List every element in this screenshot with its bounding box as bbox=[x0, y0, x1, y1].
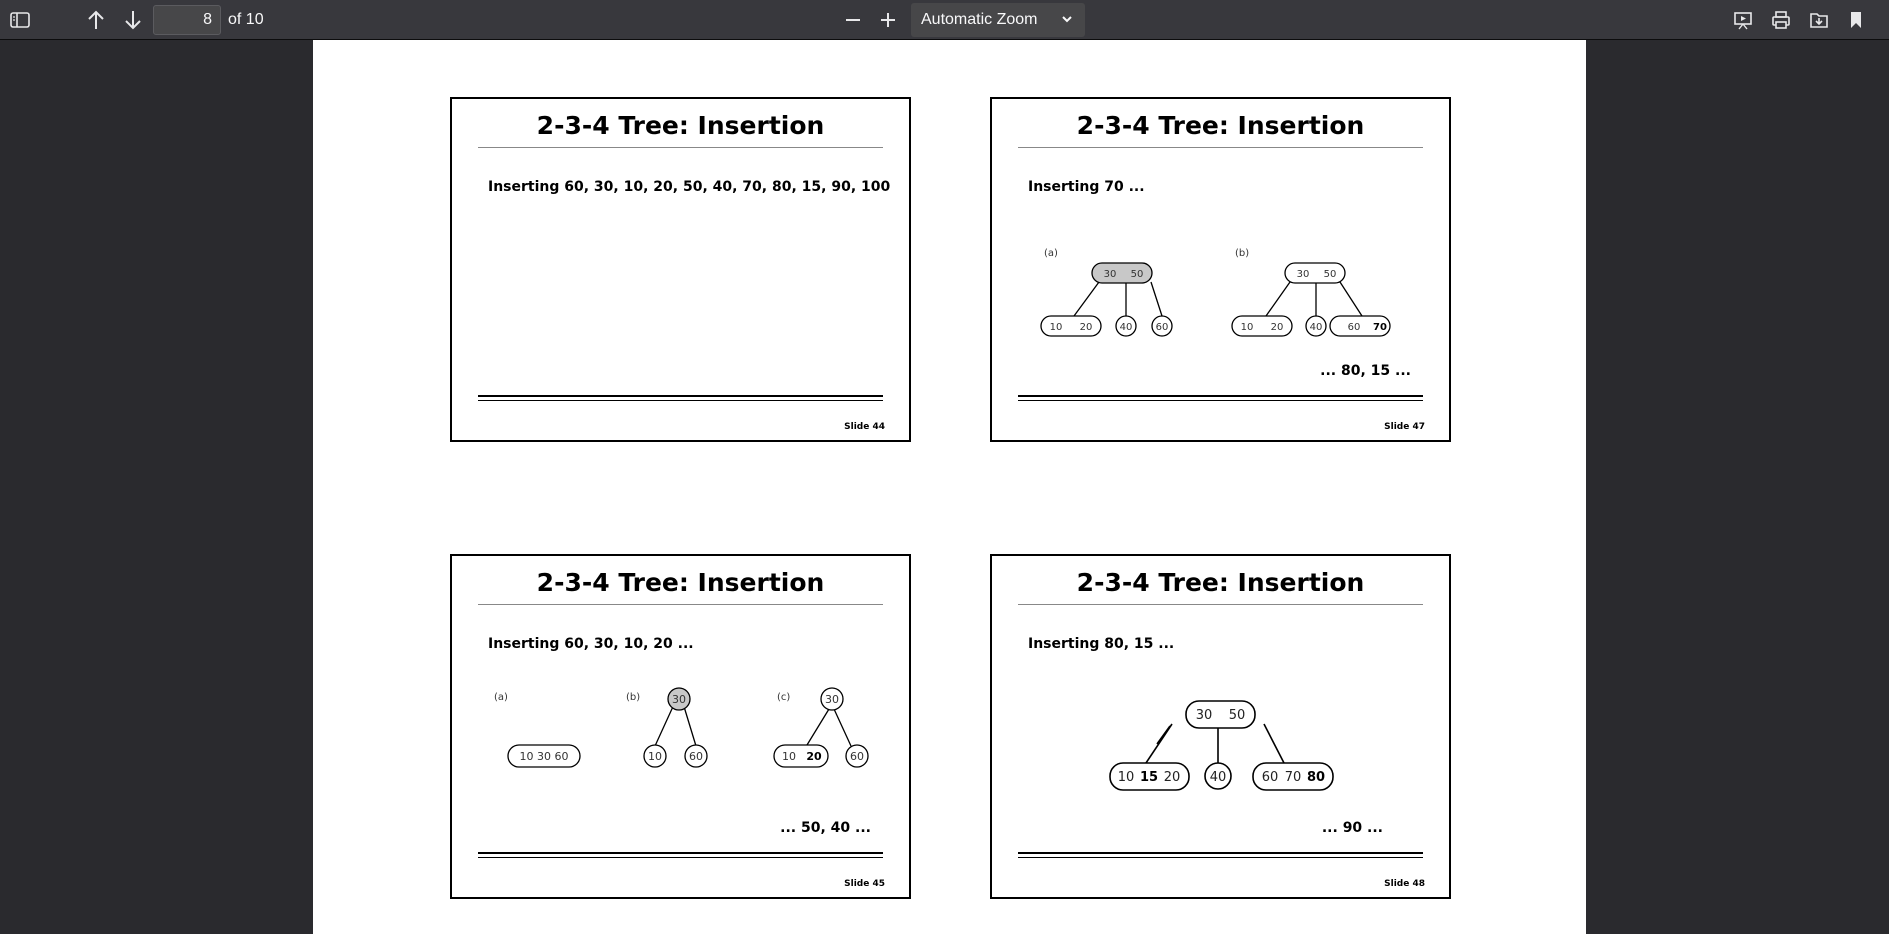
slide-number: Slide 44 bbox=[844, 422, 885, 432]
page-count-label: of 10 bbox=[228, 11, 264, 28]
node-key-new: 15 bbox=[1140, 770, 1158, 785]
zoom-value: Automatic Zoom bbox=[921, 11, 1038, 28]
node-key: 30 bbox=[1297, 269, 1310, 280]
continuation-text: ... 50, 40 ... bbox=[780, 820, 871, 836]
diagram-label-a: (a) bbox=[1044, 248, 1058, 259]
node-key: 20 bbox=[1080, 322, 1093, 333]
node-key: 40 bbox=[1120, 322, 1133, 333]
node-key: 10 bbox=[782, 750, 796, 763]
slide-48: 2-3-4 Tree: Insertion Inserting 80, 15 .… bbox=[990, 554, 1451, 899]
slide-45: 2-3-4 Tree: Insertion Inserting 60, 30, … bbox=[450, 554, 911, 899]
node-keys: 10 30 60 bbox=[520, 750, 569, 763]
arrow-down-icon[interactable] bbox=[117, 4, 149, 36]
node-key: 10 bbox=[1118, 770, 1135, 785]
slide-number: Slide 47 bbox=[1384, 422, 1425, 432]
footer-divider bbox=[1018, 395, 1423, 401]
title-divider bbox=[478, 147, 883, 148]
node-key-new: 80 bbox=[1307, 770, 1325, 785]
slide-number: Slide 48 bbox=[1384, 879, 1425, 889]
page-number-input[interactable]: 8 bbox=[153, 5, 221, 35]
zoom-select[interactable]: Automatic Zoom bbox=[911, 3, 1085, 37]
minus-icon[interactable] bbox=[837, 4, 869, 36]
slide-number: Slide 45 bbox=[844, 879, 885, 889]
node-key: 60 bbox=[850, 750, 864, 763]
footer-divider bbox=[478, 395, 883, 401]
slide-subtitle: Inserting 60, 30, 10, 20, 50, 40, 70, 80… bbox=[488, 179, 891, 195]
continuation-text: ... 80, 15 ... bbox=[1320, 363, 1411, 379]
continuation-text: ... 90 ... bbox=[1321, 820, 1383, 836]
slide-44: 2-3-4 Tree: Insertion Inserting 60, 30, … bbox=[450, 97, 911, 442]
node-key: 60 bbox=[1156, 322, 1169, 333]
document-viewer[interactable]: 2-3-4 Tree: Insertion Inserting 60, 30, … bbox=[0, 40, 1889, 934]
node-key: 30 bbox=[825, 693, 839, 706]
footer-divider bbox=[478, 852, 883, 858]
node-key: 10 bbox=[648, 750, 662, 763]
slide-47: 2-3-4 Tree: Insertion Inserting 70 ... (… bbox=[990, 97, 1451, 442]
footer-divider bbox=[1018, 852, 1423, 858]
tree-diagram: (a) 10 30 60 (b) 30 10 60 (c) 30 10 20 6… bbox=[494, 687, 869, 768]
node-key: 60 bbox=[1262, 770, 1279, 785]
node-key: 50 bbox=[1324, 269, 1337, 280]
node-key: 50 bbox=[1131, 269, 1144, 280]
plus-icon[interactable] bbox=[872, 4, 904, 36]
node-key: 60 bbox=[1348, 322, 1361, 333]
print-icon[interactable] bbox=[1765, 4, 1797, 36]
node-key: 10 bbox=[1050, 322, 1063, 333]
diagram-label-b: (b) bbox=[1235, 248, 1249, 259]
tree-diagram: (a) 30 50 10 20 40 60 (b) 30 50 10 20 40… bbox=[1040, 248, 1391, 337]
node-key-new: 70 bbox=[1373, 322, 1387, 333]
tree-diagram: 30 50 10 15 20 40 60 70 80 bbox=[1109, 700, 1334, 791]
node-key: 70 bbox=[1285, 770, 1302, 785]
node-key: 30 bbox=[1104, 269, 1117, 280]
node-key: 30 bbox=[672, 693, 686, 706]
arrow-up-icon[interactable] bbox=[80, 4, 112, 36]
diagram-label-c: (c) bbox=[777, 692, 790, 703]
bookmark-icon[interactable] bbox=[1840, 4, 1872, 36]
diagram-label-a: (a) bbox=[494, 692, 508, 703]
slide-title: 2-3-4 Tree: Insertion bbox=[536, 111, 825, 140]
pdf-page: 2-3-4 Tree: Insertion Inserting 60, 30, … bbox=[313, 40, 1586, 934]
sidebar-toggle-icon[interactable] bbox=[4, 4, 36, 36]
toolbar: 8 of 10 Automatic Zoom bbox=[0, 0, 1889, 40]
node-key: 30 bbox=[1196, 708, 1213, 723]
node-key: 20 bbox=[1271, 322, 1284, 333]
presentation-icon[interactable] bbox=[1727, 4, 1759, 36]
node-key: 20 bbox=[1164, 770, 1181, 785]
node-key: 50 bbox=[1229, 708, 1246, 723]
node-key-new: 20 bbox=[806, 750, 822, 763]
node-key: 60 bbox=[689, 750, 703, 763]
save-icon[interactable] bbox=[1803, 4, 1835, 36]
node-key: 40 bbox=[1210, 770, 1227, 785]
diagram-label-b: (b) bbox=[626, 692, 640, 703]
node-key: 10 bbox=[1241, 322, 1254, 333]
node-key: 40 bbox=[1310, 322, 1323, 333]
